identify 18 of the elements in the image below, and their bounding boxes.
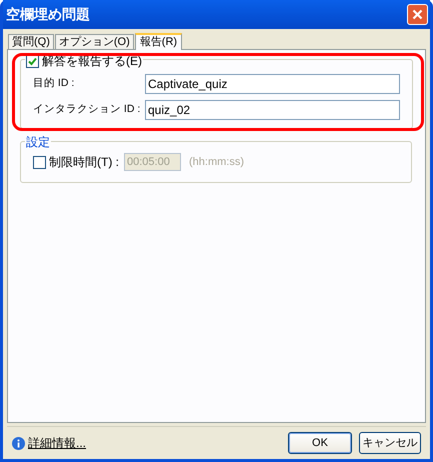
dialog-button[interactable]: キャンセル xyxy=(359,432,421,454)
group-title: 設定 xyxy=(25,133,51,151)
checkbox-label: 解答を報告する(E) xyxy=(42,53,142,70)
close-icon xyxy=(412,9,423,20)
info-icon xyxy=(12,436,25,450)
dialog-button[interactable]: OK xyxy=(288,432,352,454)
close-button[interactable] xyxy=(407,4,428,25)
field-label: 目的 ID : xyxy=(33,76,76,92)
more-info-link[interactable]: 詳細情報... xyxy=(28,434,86,452)
input-field[interactable]: quiz_02 xyxy=(145,100,400,120)
tab[interactable]: オプション(O) xyxy=(54,34,134,49)
window-title: 空欄埋め問題 xyxy=(6,5,90,24)
tab[interactable]: 報告(R) xyxy=(134,33,182,50)
tab[interactable]: 質問(Q) xyxy=(8,34,54,49)
input-field[interactable]: Captivate_quiz xyxy=(145,74,400,94)
field-label: インタラクション ID : xyxy=(33,102,142,118)
format-hint: (hh:mm:ss) xyxy=(189,154,244,170)
checkbox-label: 制限時間(T) : xyxy=(49,154,119,171)
